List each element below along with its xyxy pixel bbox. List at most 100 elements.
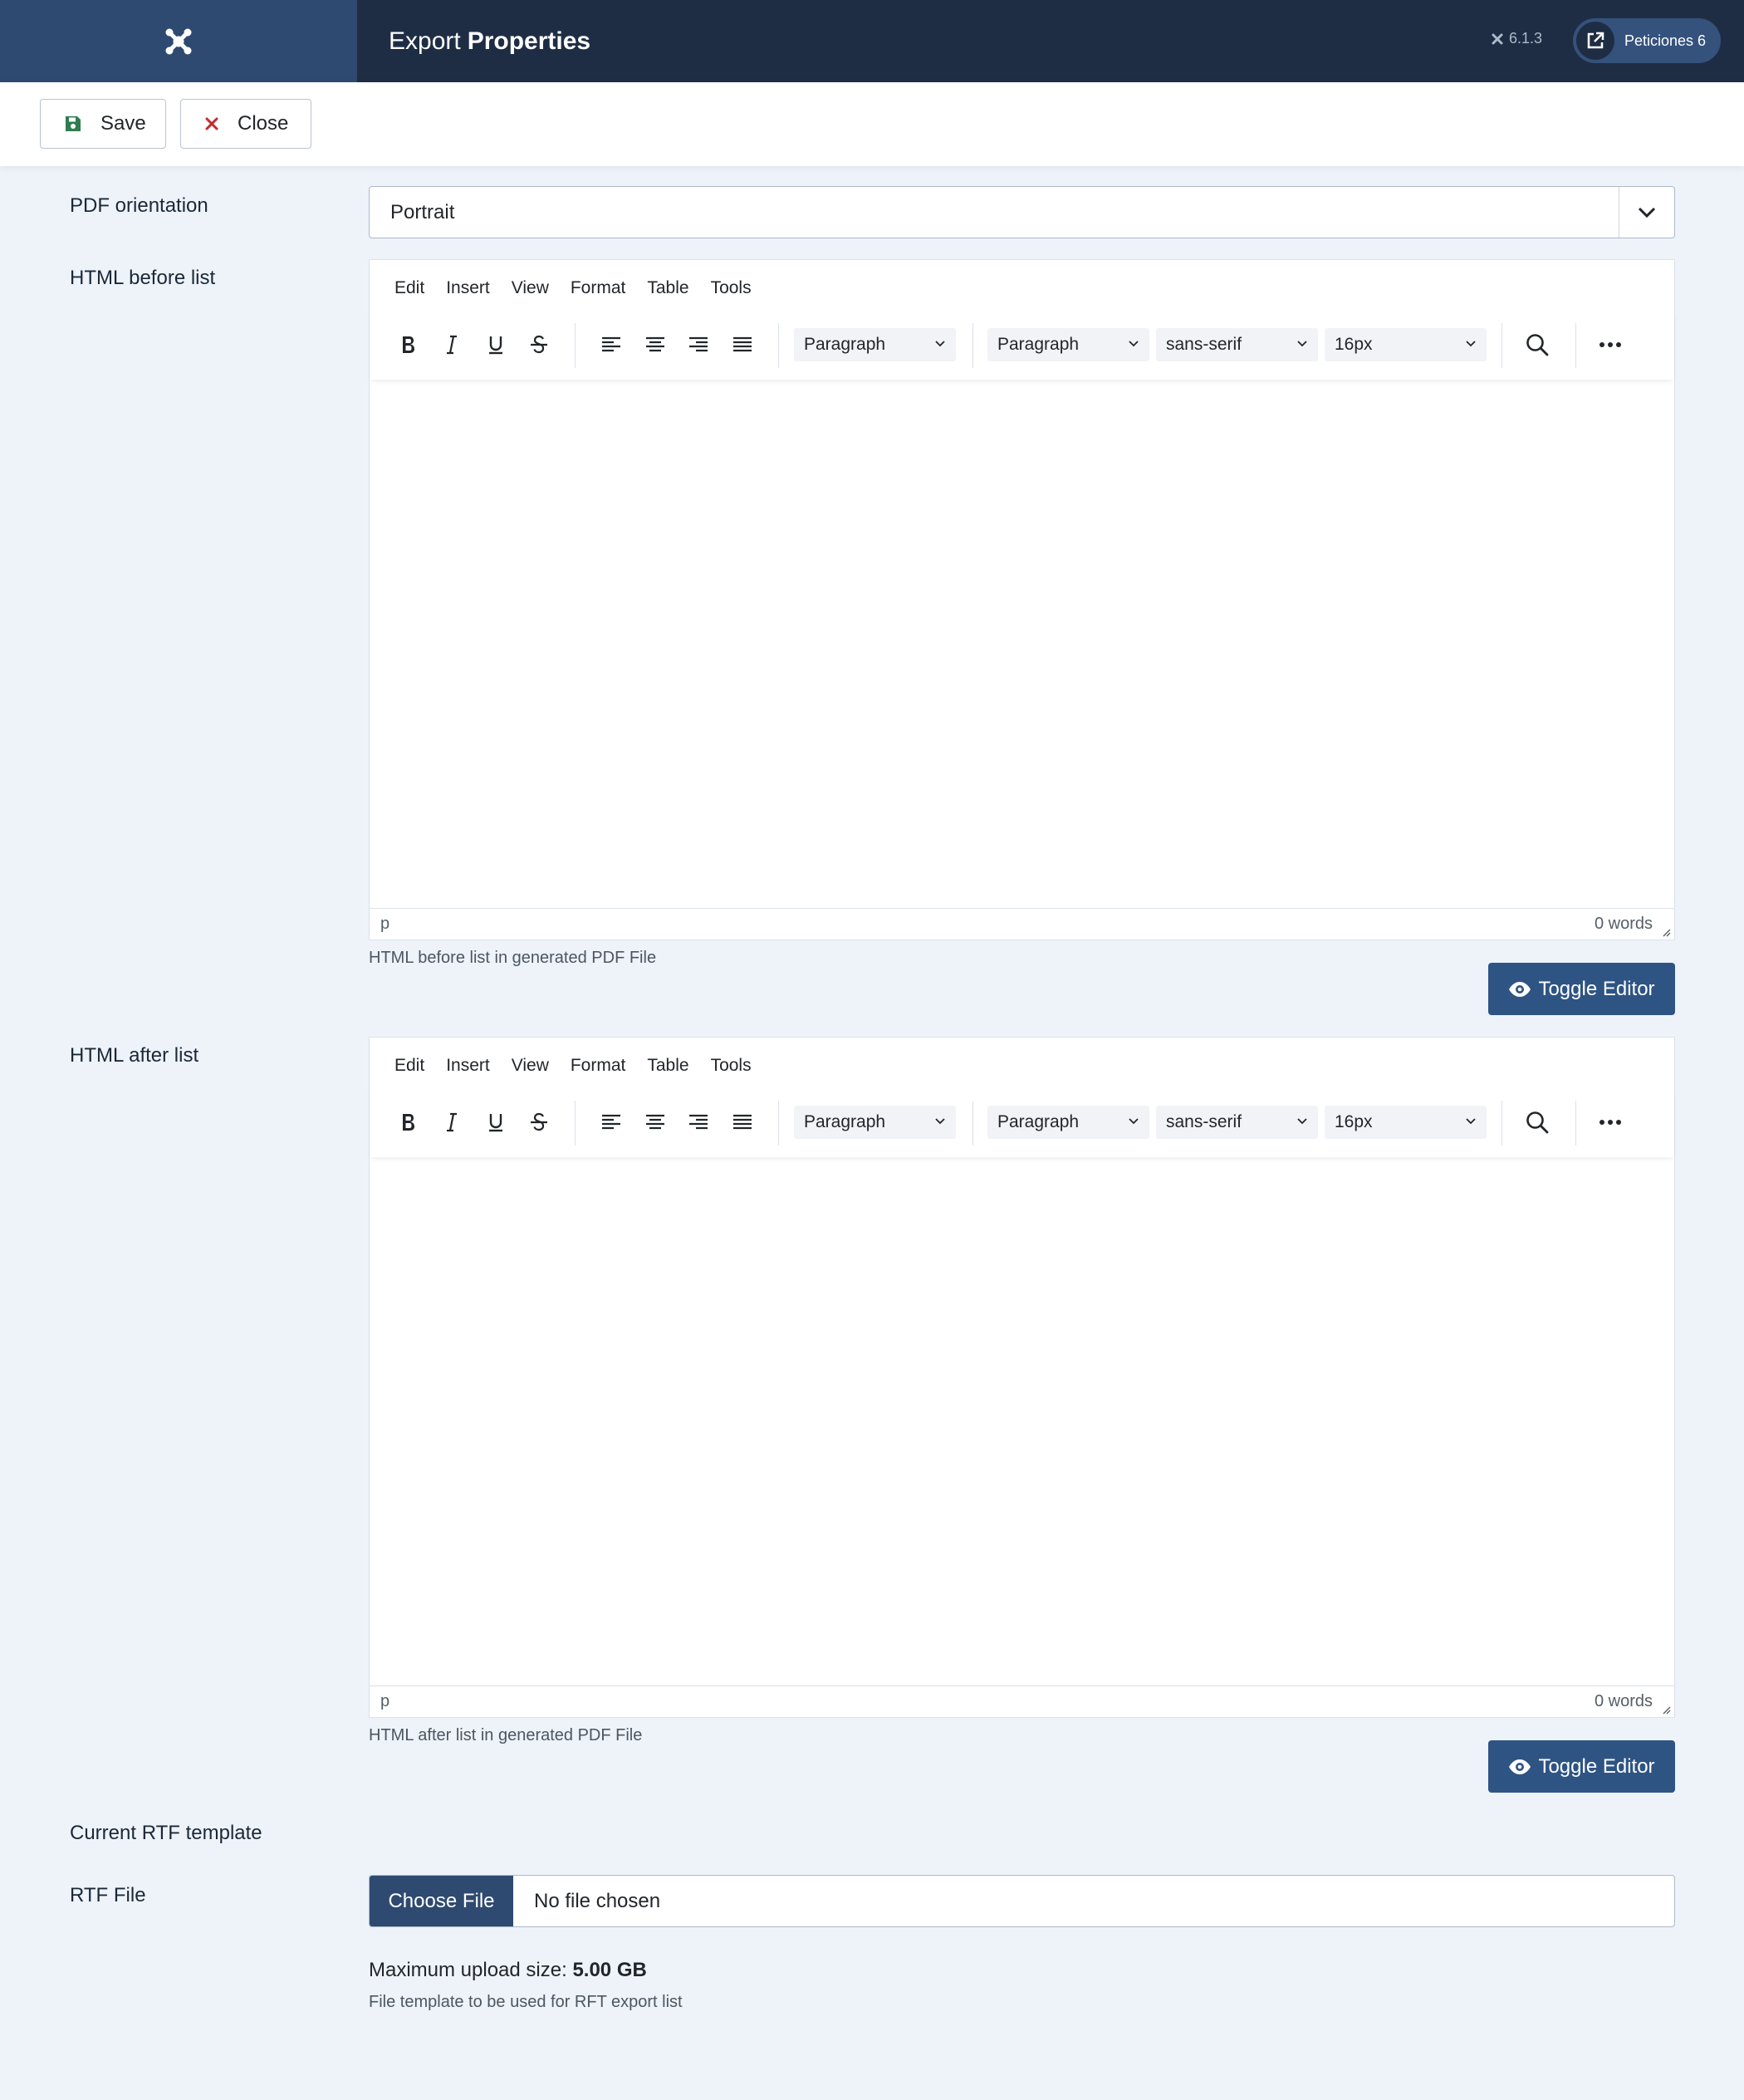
chevron-down-icon — [1297, 341, 1307, 347]
block-format-dropdown[interactable]: Paragraph — [794, 328, 956, 361]
current-rtf-label: Current RTF template — [70, 1822, 262, 1844]
site-link-button[interactable]: Peticiones 6 — [1573, 18, 1721, 63]
element-path[interactable]: p — [380, 1692, 389, 1711]
rtf-file-input[interactable]: Choose File No file chosen — [369, 1875, 1675, 1927]
pdf-orientation-value: Portrait — [390, 200, 455, 223]
html-before-editor[interactable]: Edit Insert View Format Table Tools Para… — [369, 259, 1675, 940]
close-button[interactable]: Close — [180, 99, 311, 149]
styles-value: Paragraph — [997, 1112, 1080, 1131]
editor-statusbar: p 0 words — [370, 1685, 1674, 1717]
menu-insert[interactable]: Insert — [446, 1056, 490, 1076]
menu-edit[interactable]: Edit — [394, 278, 424, 298]
toolbar-separator — [575, 1101, 576, 1146]
choose-file-button[interactable]: Choose File — [370, 1876, 513, 1926]
align-left-icon[interactable] — [593, 326, 630, 363]
max-upload-value: 5.00 GB — [572, 1959, 647, 1981]
align-right-icon[interactable] — [680, 326, 717, 363]
resize-handle-icon[interactable] — [1661, 1705, 1671, 1715]
menu-insert[interactable]: Insert — [446, 278, 490, 298]
menu-table[interactable]: Table — [647, 278, 688, 298]
eye-icon — [1509, 981, 1531, 997]
html-after-editor[interactable]: Edit Insert View Format Table Tools Para… — [369, 1037, 1675, 1718]
chevron-down-icon — [1129, 341, 1139, 347]
joomla-small-icon — [1492, 33, 1503, 44]
menu-view[interactable]: View — [512, 278, 549, 298]
strikethrough-icon[interactable] — [521, 326, 557, 363]
italic-icon[interactable] — [434, 326, 470, 363]
more-icon[interactable] — [1592, 326, 1629, 363]
rtf-file-label: RTF File — [70, 1884, 146, 1906]
html-before-label: HTML before list — [70, 267, 216, 289]
chevron-down-icon — [1619, 187, 1674, 238]
font-family-dropdown[interactable]: sans-serif — [1156, 328, 1318, 361]
toolbar-separator — [972, 323, 973, 368]
menu-view[interactable]: View — [512, 1056, 549, 1076]
menu-tools[interactable]: Tools — [711, 278, 752, 298]
toolbar-separator — [972, 1101, 973, 1146]
align-left-icon[interactable] — [593, 1104, 630, 1141]
styles-dropdown[interactable]: Paragraph — [987, 328, 1149, 361]
word-count[interactable]: 0 words — [1595, 1692, 1653, 1711]
align-justify-icon[interactable] — [724, 326, 761, 363]
search-icon[interactable] — [1519, 1104, 1555, 1141]
block-format-value: Paragraph — [804, 335, 886, 354]
word-count[interactable]: 0 words — [1595, 915, 1653, 934]
action-toolbar: Save Close — [0, 82, 1744, 166]
font-size-dropdown[interactable]: 16px — [1325, 1106, 1487, 1139]
align-center-icon[interactable] — [637, 326, 674, 363]
align-justify-icon[interactable] — [724, 1104, 761, 1141]
font-size-dropdown[interactable]: 16px — [1325, 328, 1487, 361]
html-after-help: HTML after list in generated PDF File — [369, 1726, 643, 1744]
bold-icon[interactable] — [390, 1104, 427, 1141]
font-family-value: sans-serif — [1166, 1112, 1242, 1131]
toolbar-separator — [575, 323, 576, 368]
chevron-down-icon — [1466, 341, 1476, 347]
font-family-value: sans-serif — [1166, 335, 1242, 354]
bold-icon[interactable] — [390, 326, 427, 363]
page-title-main: Properties — [467, 27, 591, 55]
eye-icon — [1509, 1759, 1531, 1774]
html-after-label: HTML after list — [70, 1044, 199, 1067]
menu-table[interactable]: Table — [647, 1056, 688, 1076]
toggle-editor-button[interactable]: Toggle Editor — [1488, 963, 1675, 1015]
chevron-down-icon — [1129, 1118, 1139, 1125]
block-format-dropdown[interactable]: Paragraph — [794, 1106, 956, 1139]
align-center-icon[interactable] — [637, 1104, 674, 1141]
underline-icon[interactable] — [478, 326, 514, 363]
align-right-icon[interactable] — [680, 1104, 717, 1141]
toggle-editor-label: Toggle Editor — [1538, 977, 1655, 1000]
page-title: Export Properties — [389, 0, 590, 82]
editor-toolbar: Paragraph Paragraph sans-serif 16px — [370, 310, 1674, 380]
file-status: No file chosen — [534, 1889, 661, 1912]
editor-toolbar: Paragraph Paragraph sans-serif 16px — [370, 1087, 1674, 1157]
toolbar-separator — [1575, 1101, 1576, 1146]
more-icon[interactable] — [1592, 1104, 1629, 1141]
menu-tools[interactable]: Tools — [711, 1056, 752, 1076]
top-header: Export Properties 6.1.3 Peticiones 6 — [0, 0, 1744, 82]
menu-format[interactable]: Format — [571, 1056, 626, 1076]
menu-edit[interactable]: Edit — [394, 1056, 424, 1076]
strikethrough-icon[interactable] — [521, 1104, 557, 1141]
toggle-editor-label: Toggle Editor — [1538, 1754, 1655, 1778]
styles-dropdown[interactable]: Paragraph — [987, 1106, 1149, 1139]
underline-icon[interactable] — [478, 1104, 514, 1141]
toggle-editor-button[interactable]: Toggle Editor — [1488, 1740, 1675, 1793]
editor-menubar: Edit Insert View Format Table Tools — [394, 1056, 773, 1076]
font-size-value: 16px — [1335, 335, 1373, 354]
save-button[interactable]: Save — [40, 99, 166, 149]
close-label: Close — [238, 112, 289, 135]
font-family-dropdown[interactable]: sans-serif — [1156, 1106, 1318, 1139]
joomla-logo[interactable] — [0, 0, 357, 82]
resize-handle-icon[interactable] — [1661, 927, 1671, 937]
chevron-down-icon — [1297, 1118, 1307, 1125]
font-size-value: 16px — [1335, 1112, 1373, 1131]
pdf-orientation-select[interactable]: Portrait — [369, 186, 1675, 238]
element-path[interactable]: p — [380, 915, 389, 934]
version-info: 6.1.3 — [1491, 30, 1542, 47]
search-icon[interactable] — [1519, 326, 1555, 363]
editor-statusbar: p 0 words — [370, 908, 1674, 940]
toolbar-separator — [778, 323, 779, 368]
menu-format[interactable]: Format — [571, 278, 626, 298]
italic-icon[interactable] — [434, 1104, 470, 1141]
styles-value: Paragraph — [997, 335, 1080, 354]
